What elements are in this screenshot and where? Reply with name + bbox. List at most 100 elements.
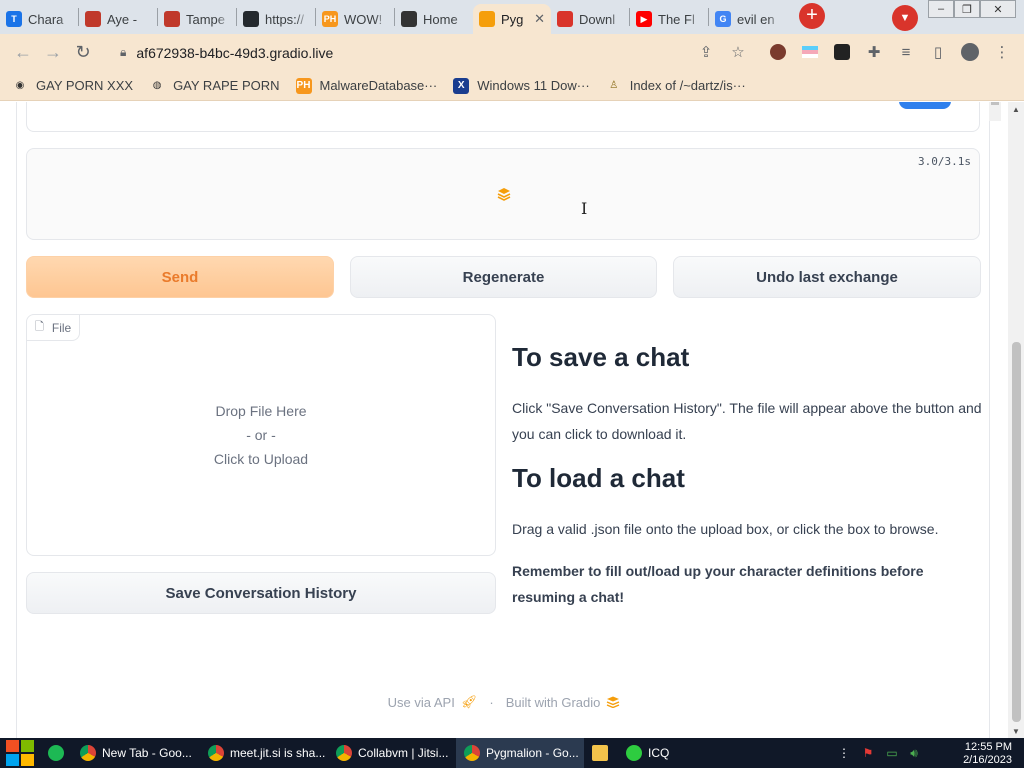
browser-tab[interactable]: Tampe — [158, 4, 236, 34]
rocket-icon: 🚀︎ — [460, 694, 478, 709]
save-chat-text: Click "Save Conversation History". The f… — [512, 400, 982, 442]
tab-title: The Fl — [658, 11, 695, 27]
browser-tab[interactable]: Downl — [551, 4, 629, 34]
close-window-button[interactable]: ✕ — [980, 0, 1016, 18]
scrollbar-thumb[interactable] — [1012, 342, 1021, 722]
tab-title: evil en — [737, 11, 775, 27]
browser-tab[interactable]: Aye - — [79, 4, 157, 34]
file-upload-dropzone[interactable]: 🗋︎ File Drop File Here - or - Click to U… — [26, 314, 496, 556]
input-textbox[interactable] — [26, 102, 1001, 132]
browser-tab[interactable]: PH WOW! — [316, 4, 394, 34]
reload-button[interactable]: ↻ — [68, 38, 98, 68]
bookmark-label: MalwareDatabase··· — [319, 78, 438, 93]
system-clock[interactable]: 12:55 PM 2/16/2023 — [963, 741, 1012, 767]
github-icon — [243, 11, 259, 27]
load-chat-text: Drag a valid .json file onto the upload … — [512, 521, 939, 537]
use-via-api-link[interactable]: Use via API — [388, 695, 455, 710]
textbox-scrollbar[interactable] — [989, 102, 1001, 121]
forward-button[interactable]: → — [38, 38, 68, 68]
extension-tumblr-icon[interactable] — [832, 42, 852, 62]
regenerate-button[interactable]: Regenerate — [350, 256, 657, 298]
page-scrollbar[interactable]: ▲ ▼ — [1008, 102, 1024, 738]
menu-kebab-icon[interactable]: ⋮ — [992, 42, 1012, 62]
spotify-taskbar-icon[interactable] — [40, 738, 72, 768]
tab-title: Home — [423, 11, 458, 27]
tab-strip: T Chara Aye - Tampe https:// PH WOW! Home Pyg ✕ Do… — [0, 0, 1024, 34]
address-bar[interactable]: 🔒︎ af672938-b4bc-49d3.gradio.live — [106, 38, 756, 67]
bookmark-site-icon: ◉ — [15, 80, 25, 91]
taskbar-app[interactable] — [584, 738, 618, 768]
taskbar-app-label: meet.jit.si is sha... — [230, 746, 326, 760]
action-center-flag-icon[interactable]: ⚑ — [860, 745, 876, 761]
windows-logo-icon — [6, 740, 34, 766]
minimize-button[interactable]: – — [928, 0, 954, 18]
clock-time: 12:55 PM — [964, 741, 1012, 753]
gradio-icon — [479, 11, 495, 27]
bookmark-item[interactable]: ◉ GAY PORN XXX — [12, 78, 133, 94]
back-button[interactable]: ← — [8, 38, 38, 68]
tab-search-button[interactable]: ▼ — [892, 5, 918, 31]
volume-icon[interactable]: 🔊︎ — [906, 745, 922, 761]
bookmark-item[interactable]: PH MalwareDatabase··· — [295, 77, 438, 94]
taskbar-app-label: ICQ — [648, 746, 670, 760]
bookmark-item[interactable]: ♙ Index of /~dartz/is··· — [606, 78, 745, 94]
drop-file-text: Drop File Here — [215, 403, 307, 419]
gradio-loading-icon — [497, 188, 511, 201]
google-icon: G — [715, 11, 731, 27]
send-button[interactable]: Send — [26, 256, 334, 298]
file-explorer-icon — [592, 745, 608, 761]
close-tab-icon[interactable]: ✕ — [534, 11, 545, 27]
pornhub-icon: PH — [322, 11, 338, 27]
drop-instructions: Drop File Here - or - Click to Upload — [27, 399, 495, 471]
load-chat-heading: To load a chat — [512, 463, 685, 493]
tab-title: Tampe — [186, 11, 226, 27]
tray-overflow-icon[interactable]: ⋮ — [836, 745, 852, 761]
gradio-logo-icon — [607, 696, 620, 708]
taskbar-app[interactable]: ICQ — [618, 738, 688, 768]
bookmark-label: Windows 11 Dow··· — [477, 78, 590, 93]
extension-avatar-icon[interactable] — [768, 42, 788, 62]
media-controls-icon[interactable]: ≡ — [896, 42, 916, 62]
scroll-up-icon[interactable]: ▲ — [1008, 102, 1024, 116]
browser-tab[interactable]: Pyg ✕ — [473, 4, 551, 34]
click-to-upload-text: Click to Upload — [213, 451, 309, 467]
tampermonkey-icon — [164, 11, 180, 27]
tab-title: WOW! — [344, 11, 383, 27]
taskbar-app[interactable]: meet.jit.si is sha... — [200, 738, 328, 768]
browser-tab[interactable]: https:// — [237, 4, 315, 34]
taskbar-app[interactable]: New Tab - Goo... — [72, 738, 200, 768]
taskbar-app[interactable]: Collabvm | Jitsi... — [328, 738, 456, 768]
start-button[interactable] — [0, 738, 40, 768]
browser-tab[interactable]: Home — [395, 4, 473, 34]
taskbar-app[interactable]: Pygmalion - Go... — [456, 738, 584, 768]
built-with-gradio-link[interactable]: Built with Gradio — [506, 695, 601, 710]
pornhub-icon: PH — [295, 77, 312, 94]
chrome-icon — [80, 745, 96, 761]
share-icon[interactable]: ⇪ — [696, 42, 716, 62]
chrome-icon — [336, 745, 352, 761]
side-panel-icon[interactable]: ▯ — [928, 42, 948, 62]
youtube-icon: ▶ — [636, 11, 652, 27]
save-history-button[interactable]: Save Conversation History — [26, 572, 496, 614]
bookmark-label: GAY PORN XXX — [36, 78, 134, 93]
reminder-text: Remember to fill out/load up your charac… — [512, 563, 924, 605]
x-icon: X — [453, 77, 470, 94]
new-tab-button[interactable]: + — [799, 2, 825, 29]
undo-button[interactable]: Undo last exchange — [673, 256, 981, 298]
browser-tab[interactable]: T Chara — [0, 4, 78, 34]
submit-chip[interactable] — [899, 102, 951, 109]
network-icon[interactable]: ▭ — [884, 745, 900, 761]
scroll-down-icon[interactable]: ▼ — [1008, 724, 1024, 738]
extensions-puzzle-icon[interactable]: ✚ — [864, 42, 884, 62]
restore-button[interactable]: ❐ — [954, 0, 980, 18]
browser-tab[interactable]: Gevil en — [709, 4, 787, 34]
forward-arrow-icon: → — [44, 42, 62, 62]
bookmark-item[interactable]: X Windows 11 Dow··· — [453, 77, 590, 94]
profile-icon[interactable] — [960, 42, 980, 62]
bookmark-star-icon[interactable]: ☆ — [728, 42, 748, 62]
extension-flag-icon[interactable] — [800, 42, 820, 62]
browser-tab[interactable]: ▶ The Fl — [630, 4, 708, 34]
download-icon — [557, 11, 573, 27]
bookmark-item[interactable]: ◍ GAY RAPE PORN — [149, 78, 280, 94]
tab-title: https:// — [265, 11, 305, 27]
